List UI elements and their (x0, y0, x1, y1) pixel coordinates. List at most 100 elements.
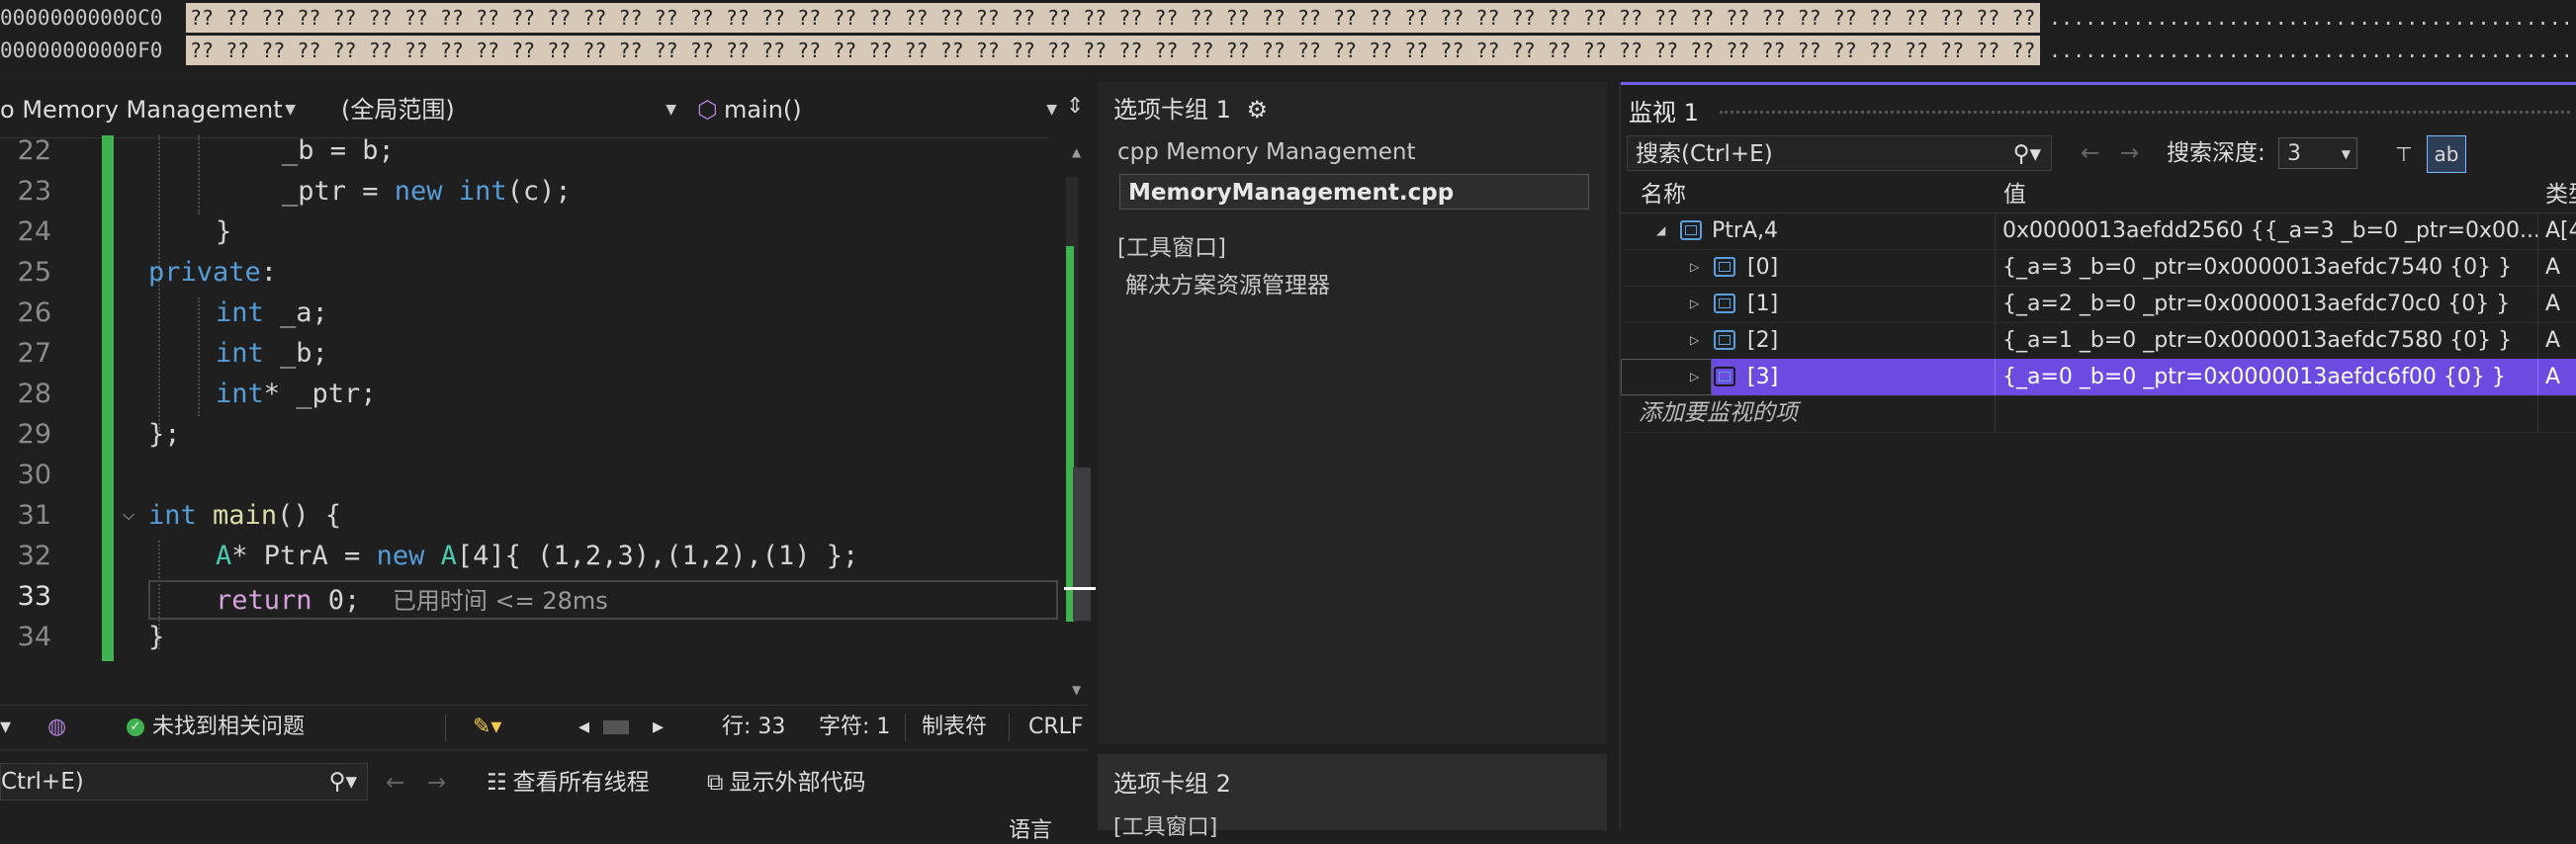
search-depth-select[interactable]: 3 ▼ (2278, 137, 2357, 169)
issues-label: 未找到相关问题 (152, 715, 306, 739)
watch-add-row[interactable]: 添加要监视的项 (1621, 395, 2576, 433)
nav-back-icon[interactable]: ◂ (578, 706, 589, 748)
nav-forward-icon[interactable]: ▸ (653, 706, 664, 748)
function-dropdown[interactable]: ⬡ main() ▼ (697, 90, 1063, 129)
split-editor-icon[interactable]: ⇕ (1066, 94, 1084, 119)
check-icon: ✓ (127, 718, 144, 736)
watch-value: {_a=1 _b=0 _ptr=0x0000013aefdc7580 {0} } (2002, 328, 2513, 353)
code-area[interactable]: 22 23 24 25 26 27 28 29 30 31 32 33 34 _… (0, 135, 1068, 707)
line-number-current: 33 (17, 581, 51, 612)
code-line: int _b; (216, 338, 328, 369)
code-line: }; (148, 419, 181, 450)
brush-icon[interactable]: ✎▾ (473, 706, 501, 748)
chevron-down-icon: ▼ (666, 102, 676, 118)
copilot-icon[interactable]: ◍ (47, 706, 66, 748)
watch-search-input[interactable]: 搜索(Ctrl+E) ⚲▾ (1627, 135, 2052, 171)
solution-explorer-item[interactable]: 解决方案资源管理器 (1125, 266, 1330, 299)
watch-value: 0x0000013aefdd2560 {{_a=3 _b=0 _ptr=0x00… (2002, 218, 2541, 243)
tab-group-2-panel: 选项卡组 2 [工具窗口] (1098, 754, 1607, 840)
eol-indicator[interactable]: CRLF (1028, 706, 1084, 748)
watch-row[interactable]: ▷ [0] {_a=3 _b=0 _ptr=0x0000013aefdc7540… (1621, 249, 2576, 287)
memory-ascii: ........................................… (2049, 39, 2576, 62)
watch-row-selected[interactable]: ▷ [3] {_a=0 _b=0 _ptr=0x0000013aefdc6f00… (1621, 359, 2576, 396)
project-dropdown-label: o Memory Management (0, 96, 283, 124)
column-divider (1995, 212, 1996, 249)
code-line: _ptr = new int(c); (282, 176, 572, 207)
column-header-type[interactable]: 类型 (2545, 177, 2576, 212)
watch-name: [0] (1747, 255, 1779, 280)
column-header-name[interactable]: 名称 (1641, 177, 1686, 212)
char-indicator[interactable]: 字符: 1 (819, 706, 890, 748)
watch-value: {_a=0 _b=0 _ptr=0x0000013aefdc6f00 {0} } (2002, 365, 2506, 389)
column-divider (2537, 249, 2538, 286)
collapse-triangle-icon[interactable]: ◢ (1656, 212, 1670, 249)
line-number: 24 (17, 216, 51, 247)
indent-guide (198, 297, 200, 416)
scroll-up-icon[interactable]: ▲ (1072, 145, 1081, 159)
back-arrow-icon[interactable]: ← (2081, 135, 2099, 171)
code-line: int* _ptr; (216, 379, 377, 409)
editor-status-bar: ▾ ◍ ✓ 未找到相关问题 ✎▾ ◂ ▸ 行: 33 字符: 1 制表符 CRLF (0, 705, 1088, 748)
search-icon: ⚲▾ (2012, 141, 2041, 167)
column-divider (2537, 212, 2538, 249)
expand-triangle-icon[interactable]: ▷ (1690, 249, 1704, 286)
gear-icon[interactable]: ⚙ (1247, 96, 1269, 124)
memory-address: 00000000000F0 (0, 39, 163, 62)
separator (1009, 714, 1010, 741)
watch-row[interactable]: ▷ [2] {_a=1 _b=0 _ptr=0x0000013aefdc7580… (1621, 322, 2576, 360)
line-number: 26 (17, 297, 51, 328)
memory-row: 00000000000F0 ?? ?? ?? ?? ?? ?? ?? ?? ??… (0, 36, 2576, 65)
function-dropdown-label: main() (723, 96, 802, 124)
scope-dropdown[interactable]: (全局范围) ▼ (341, 90, 682, 129)
expand-triangle-icon[interactable]: ▷ (1690, 322, 1704, 359)
column-divider (1995, 395, 1996, 432)
column-divider (1995, 359, 1996, 395)
drag-grip[interactable] (1720, 111, 2570, 114)
chevron-down-icon[interactable]: ▾ (0, 706, 11, 748)
watch-panel: 监视 1 搜索(Ctrl+E) ⚲▾ ← → 搜索深度: 3 ▼ ⊤ ab 名称… (1619, 82, 2576, 830)
watch-row[interactable]: ◢ PtrA,4 0x0000013aefdd2560 {{_a=3 _b=0 … (1621, 212, 2576, 250)
tool-window-section: [工具窗口] (1113, 815, 1218, 840)
line-number: 31 (17, 500, 51, 531)
chevron-down-icon: ▼ (1046, 102, 1057, 118)
forward-arrow-icon[interactable]: → (427, 765, 446, 801)
watch-row[interactable]: ▷ [1] {_a=2 _b=0 _ptr=0x0000013aefdc70c0… (1621, 286, 2576, 323)
threads-icon: ☷ (487, 770, 507, 796)
memory-bytes[interactable]: ?? ?? ?? ?? ?? ?? ?? ?? ?? ?? ?? ?? ?? ?… (186, 3, 2040, 33)
memory-bytes[interactable]: ?? ?? ?? ?? ?? ?? ?? ?? ?? ?? ?? ?? ?? ?… (186, 36, 2040, 65)
project-dropdown[interactable]: o Memory Management ▼ (0, 90, 302, 129)
scroll-down-icon[interactable]: ▼ (1072, 683, 1081, 697)
line-indicator[interactable]: 行: 33 (722, 706, 785, 748)
memory-view: 00000000000C0 ?? ?? ?? ?? ?? ?? ?? ?? ??… (0, 0, 2576, 75)
scrollbar-thumb[interactable] (1073, 467, 1091, 621)
watch-name: [1] (1747, 292, 1779, 316)
watch-type: A (2545, 292, 2561, 316)
view-all-threads-button[interactable]: ☷ 查看所有线程 (487, 765, 650, 801)
current-line-highlight (148, 580, 1058, 620)
watch-toolbar: 搜索(Ctrl+E) ⚲▾ ← → 搜索深度: 3 ▼ ⊤ ab (1621, 131, 2576, 175)
tab-group-title: 选项卡组 2 (1113, 770, 1231, 798)
open-file-item[interactable]: MemoryManagement.cpp (1119, 174, 1589, 210)
issues-indicator[interactable]: ✓ 未找到相关问题 (127, 706, 305, 748)
back-arrow-icon[interactable]: ← (386, 765, 404, 801)
pin-icon[interactable]: ⊤ (2384, 135, 2424, 173)
watch-type: A (2545, 365, 2561, 389)
collapse-chevron-icon[interactable]: ⌵ (123, 505, 134, 525)
expand-triangle-icon[interactable]: ▷ (1690, 359, 1704, 395)
search-input[interactable]: Ctrl+E) ⚲▾ (0, 763, 368, 801)
column-divider (2537, 322, 2538, 359)
expand-triangle-icon[interactable]: ▷ (1690, 286, 1704, 322)
add-watch-placeholder[interactable]: 添加要监视的项 (1639, 395, 1798, 432)
column-divider (1995, 249, 1996, 286)
line-number: 34 (17, 622, 51, 652)
project-label: cpp Memory Management (1117, 139, 1416, 165)
forward-arrow-icon[interactable]: → (2120, 135, 2139, 171)
watch-name: [2] (1747, 328, 1779, 353)
tab-group-1-panel: 选项卡组 1 ⚙ cpp Memory Management MemoryMan… (1098, 82, 1607, 744)
show-external-code-button[interactable]: ⧉ 显示外部代码 (707, 765, 865, 801)
watch-type: A (2545, 328, 2561, 353)
tabs-indicator[interactable]: 制表符 (922, 706, 987, 748)
cube-icon: ⬡ (697, 96, 718, 124)
view-as-text-icon[interactable]: ab (2427, 135, 2466, 173)
column-header-value[interactable]: 值 (2003, 177, 2026, 212)
